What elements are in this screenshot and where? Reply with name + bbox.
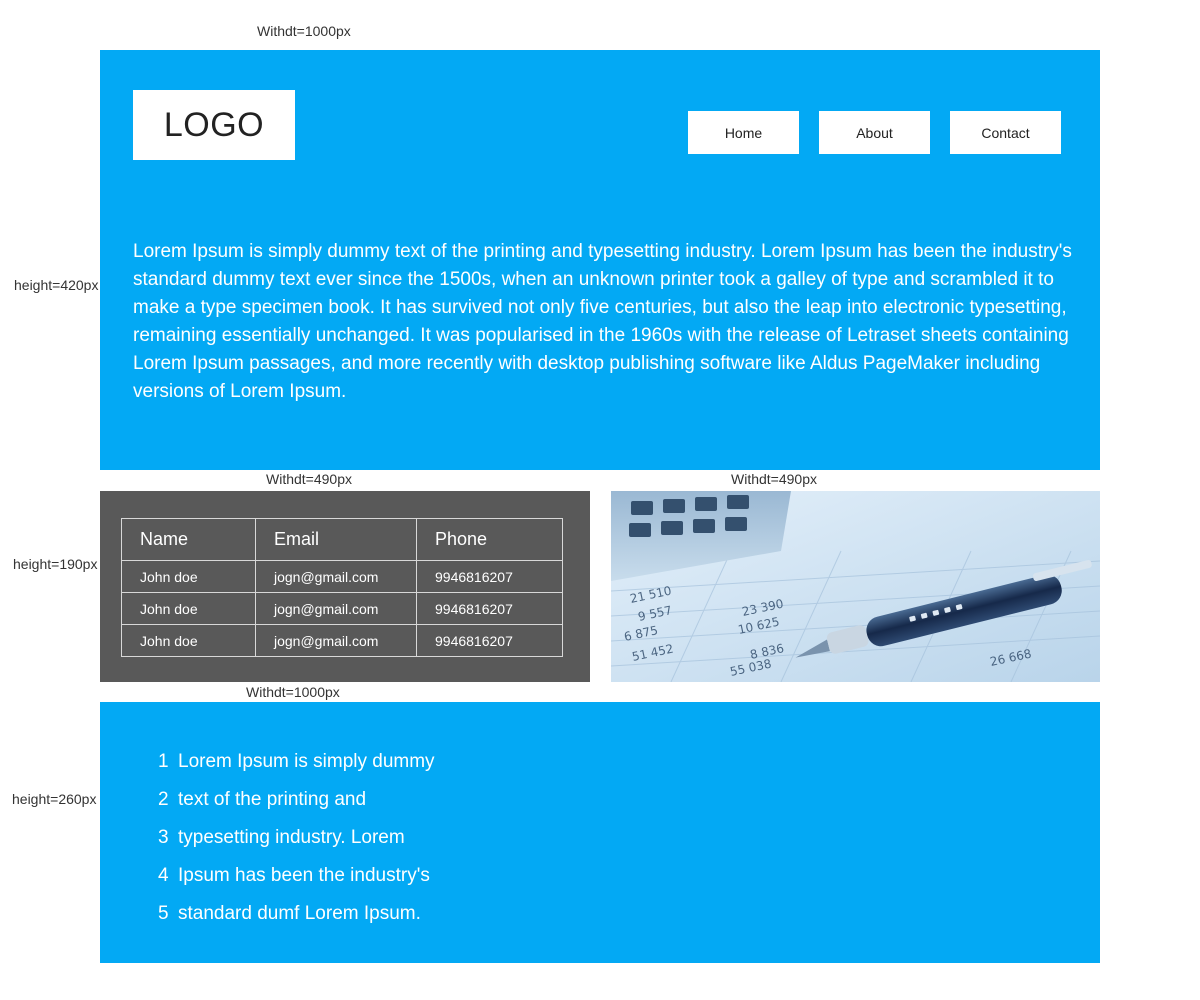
table-row: John doe jogn@gmail.com 9946816207: [121, 592, 563, 625]
cell-name: John doe: [121, 560, 256, 593]
list-item-number: 5: [158, 903, 169, 924]
list-item: 3 typesetting industry. Lorem: [158, 827, 405, 849]
image-width-annotation: Withdt=490px: [731, 471, 817, 487]
middle-height-annotation: height=190px: [13, 556, 98, 572]
cell-email: jogn@gmail.com: [255, 560, 417, 593]
list-item: 4 Ipsum has been the industry's: [158, 865, 430, 887]
header-width-annotation: Withdt=1000px: [257, 23, 351, 39]
calculator-pen-photo: 21 510 9 557 6 875 51 452 23 390 10 625 …: [611, 491, 1100, 682]
table-header-row: Name Email Phone: [121, 518, 563, 561]
list-item-text: Lorem Ipsum is simply dummy: [178, 751, 435, 772]
cell-email: jogn@gmail.com: [255, 624, 417, 657]
calculator-pen-financial-photo-icon: 21 510 9 557 6 875 51 452 23 390 10 625 …: [611, 491, 1100, 682]
hero-paragraph: Lorem Ipsum is simply dummy text of the …: [133, 241, 1072, 402]
cell-name: John doe: [121, 592, 256, 625]
table-row: John doe jogn@gmail.com 9946816207: [121, 560, 563, 593]
wireframe-canvas: Withdt=1000px height=420px Withdt=490px …: [0, 0, 1200, 1000]
table-width-annotation: Withdt=490px: [266, 471, 352, 487]
header-section: LOGO Home About Contact Lorem Ipsum is s…: [100, 50, 1100, 470]
cell-name: John doe: [121, 624, 256, 657]
list-item-text: standard dumf Lorem Ipsum.: [178, 903, 421, 924]
cell-email: jogn@gmail.com: [255, 592, 417, 625]
list-item-number: 2: [158, 789, 169, 810]
list-item: 5 standard dumf Lorem Ipsum.: [158, 903, 421, 925]
column-header-name: Name: [121, 518, 256, 561]
table-row: John doe jogn@gmail.com 9946816207: [121, 624, 563, 657]
list-item-number: 3: [158, 827, 169, 848]
list-item: 2 text of the printing and: [158, 789, 366, 811]
table-section: Name Email Phone John doe jogn@gmail.com…: [100, 491, 590, 682]
logo[interactable]: LOGO: [133, 90, 295, 160]
list-section: 1 Lorem Ipsum is simply dummy 2 text of th…: [100, 702, 1100, 963]
cell-phone: 9946816207: [416, 560, 563, 593]
header-height-annotation: height=420px: [14, 277, 99, 293]
list-item-text: Ipsum has been the industry's: [178, 865, 430, 886]
contacts-table: Name Email Phone John doe jogn@gmail.com…: [121, 518, 563, 657]
cell-phone: 9946816207: [416, 624, 563, 657]
list-item-number: 1: [158, 751, 169, 772]
nav-contact-button[interactable]: Contact: [950, 111, 1061, 154]
list-item: 1 Lorem Ipsum is simply dummy: [158, 751, 435, 773]
column-header-phone: Phone: [416, 518, 563, 561]
nav-about-button[interactable]: About: [819, 111, 930, 154]
footer-height-annotation: height=260px: [12, 791, 97, 807]
nav-home-button[interactable]: Home: [688, 111, 799, 154]
list-item-number: 4: [158, 865, 169, 886]
column-header-email: Email: [255, 518, 417, 561]
footer-width-annotation: Withdt=1000px: [246, 684, 340, 700]
cell-phone: 9946816207: [416, 592, 563, 625]
list-item-text: text of the printing and: [178, 789, 367, 810]
list-item-text: typesetting industry. Lorem: [178, 827, 405, 848]
